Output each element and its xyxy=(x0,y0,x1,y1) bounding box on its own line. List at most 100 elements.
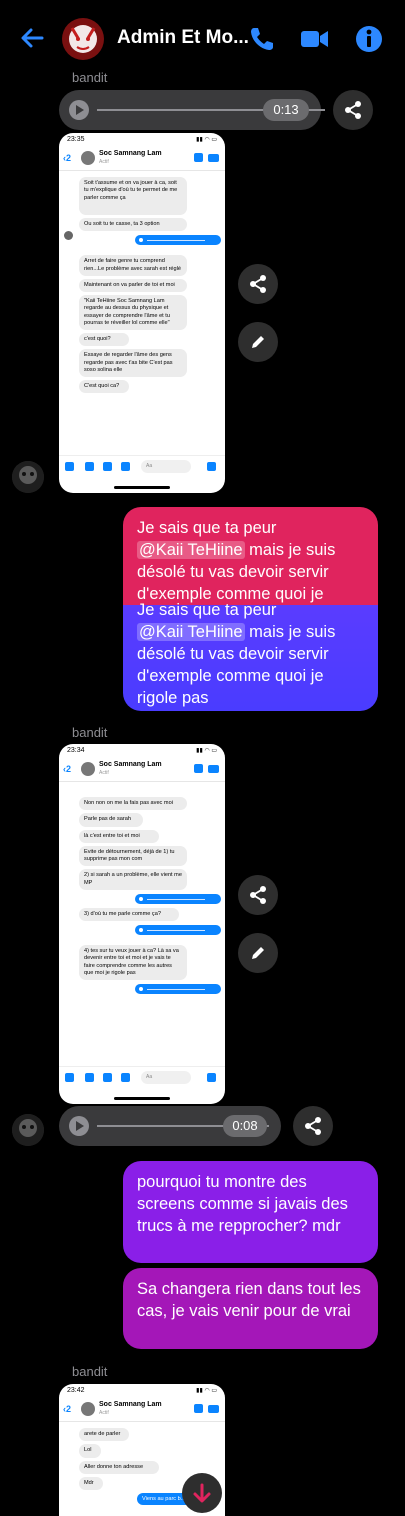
inner-menu-icon xyxy=(65,462,74,471)
back-arrow-icon[interactable] xyxy=(18,24,46,52)
status-bar: 23:42 ▮▮ ◠ ▭ xyxy=(67,1387,217,1394)
chat-header: Admin Et Mo... xyxy=(0,0,405,78)
share-button[interactable] xyxy=(333,90,373,130)
inner-contact-status: Actif xyxy=(99,159,109,165)
inner-bubble: Non non on me la fais pas avec moi xyxy=(79,797,187,811)
inner-mic-icon xyxy=(121,462,130,471)
inner-bubble: 4) tes sur tu veux jouer à ca? Là sa va … xyxy=(79,945,187,981)
sender-name: bandit xyxy=(72,725,108,740)
inner-bubble: Ou soit tu te casse, ta 3 option xyxy=(79,218,187,232)
outgoing-message[interactable]: Je sais que ta peur @Kaii TeHiine mais j… xyxy=(123,507,378,711)
mention-link[interactable]: @Kaii TeHiine xyxy=(137,623,245,641)
inner-back-icon: ‹2 xyxy=(63,764,72,774)
share-button[interactable] xyxy=(293,1106,333,1146)
outgoing-message[interactable]: Sa changera rien dans tout les cas, je v… xyxy=(123,1268,378,1349)
screenshot-image[interactable]: 23:34 ▮▮ ◠ ▭ ‹2 Soc Samnang Lam Actif Non… xyxy=(59,744,225,1104)
inner-input: Aa xyxy=(141,1071,191,1084)
inner-contact-name: Soc Samnang Lam xyxy=(99,150,162,157)
message-text-top: Je sais que ta peur @Kaii TeHiine mais j… xyxy=(137,517,364,609)
inner-bubble: "Kaii TeHiine Soc Samnang Lam regarde au… xyxy=(79,295,187,331)
inner-bubble: Lol xyxy=(79,1444,101,1458)
home-indicator xyxy=(114,486,170,489)
voice-message[interactable]: 0:08 xyxy=(59,1106,281,1146)
inner-bubble: Arret de faire genre tu comprend rien...… xyxy=(79,255,187,276)
voice-message[interactable]: 0:13 xyxy=(59,90,325,130)
inner-phone-icon xyxy=(194,153,203,162)
inner-voice xyxy=(135,893,221,904)
inner-bubble: là c'est entre toi et moi xyxy=(79,829,159,843)
inner-bubble: Essaye de regarder l'âme des gens regard… xyxy=(79,349,187,378)
edit-button[interactable] xyxy=(238,933,278,973)
message-text: Je sais que ta peur xyxy=(137,601,277,619)
inner-avatar xyxy=(81,151,95,165)
audio-duration: 0:13 xyxy=(263,99,309,121)
play-icon[interactable] xyxy=(69,100,89,120)
inner-voice xyxy=(135,925,221,936)
screenshot-image[interactable]: 23:35 ▮▮ ◠ ▭ ‹2 Soc Samnang Lam Actif Soi… xyxy=(59,133,225,493)
inner-video-icon xyxy=(208,154,219,162)
inner-contact-name: Soc Samnang Lam xyxy=(99,1401,162,1408)
inner-contact-name: Soc Samnang Lam xyxy=(99,761,162,768)
mention-link[interactable]: @Kaii TeHiine xyxy=(137,541,245,559)
scroll-to-bottom-button[interactable] xyxy=(182,1473,222,1513)
inner-image-icon xyxy=(103,462,112,471)
chat-title[interactable]: Admin Et Mo... xyxy=(117,27,249,49)
inner-camera-icon xyxy=(85,462,94,471)
inner-mic-icon xyxy=(121,1073,130,1082)
inner-back-count: 2 xyxy=(66,1404,72,1414)
inner-bubble: c'est quoi? xyxy=(79,333,129,347)
inner-bubble: Soit t'assume et on va jouer à ca, soit … xyxy=(79,177,187,215)
video-call-icon[interactable] xyxy=(299,24,329,54)
inner-contact-status: Actif xyxy=(99,770,109,776)
pencil-icon xyxy=(252,947,264,959)
info-icon[interactable] xyxy=(354,24,384,54)
phone-call-icon[interactable] xyxy=(247,24,277,54)
inner-image-icon xyxy=(103,1073,112,1082)
inner-messages: Non non on me la fais pas avec moi Parle… xyxy=(59,782,225,1001)
audio-duration: 0:08 xyxy=(223,1115,267,1137)
inner-header: ‹2 Soc Samnang Lam Actif xyxy=(59,147,225,171)
inner-voice xyxy=(135,984,221,995)
inner-back-icon: ‹2 xyxy=(63,1404,72,1414)
inner-avatar xyxy=(81,762,95,776)
share-icon xyxy=(345,101,361,119)
inner-avatar xyxy=(81,1402,95,1416)
share-button[interactable] xyxy=(238,264,278,304)
inner-bubble: Parle pas de sarah xyxy=(79,813,143,827)
inner-like-icon xyxy=(207,462,216,471)
inner-video-icon xyxy=(208,765,219,773)
share-button[interactable] xyxy=(238,875,278,915)
inner-camera-icon xyxy=(85,1073,94,1082)
inner-bubble: C'est quoi ca? xyxy=(79,380,129,394)
inner-bubble: 3) d'où tu me parle comme ça? xyxy=(79,907,179,922)
home-indicator xyxy=(114,1097,170,1100)
outgoing-message[interactable]: pourquoi tu montre des screens comme si … xyxy=(123,1161,378,1263)
edit-button[interactable] xyxy=(238,322,278,362)
inner-bubble: arete de parler xyxy=(79,1428,129,1442)
inner-voice xyxy=(135,235,221,246)
inner-input: Aa xyxy=(141,460,191,473)
play-icon[interactable] xyxy=(69,1116,89,1136)
inner-avatar-mini xyxy=(64,231,73,240)
share-icon xyxy=(250,886,266,904)
status-bar: 23:34 ▮▮ ◠ ▭ xyxy=(67,747,217,754)
inner-composer: Aa xyxy=(59,455,225,477)
inner-back-count: 2 xyxy=(66,764,72,774)
inner-bubble: Evite de détournement, déjà de 1) tu sup… xyxy=(79,845,187,867)
inner-bubble: 2) si sarah a un problème, elle vient me… xyxy=(79,869,187,890)
inner-header: ‹2 Soc Samnang Lam Actif xyxy=(59,1398,225,1422)
contact-avatar[interactable] xyxy=(12,461,44,493)
contact-avatar[interactable] xyxy=(12,1114,44,1146)
inner-back-count: 2 xyxy=(66,153,72,163)
inner-composer: Aa xyxy=(59,1066,225,1088)
inner-phone-icon xyxy=(194,764,203,773)
inner-bubble: Maintenant on va parler de toi et moi xyxy=(79,278,187,293)
group-avatar[interactable] xyxy=(62,18,104,60)
arrow-down-icon xyxy=(193,1483,211,1503)
inner-bubble: Mdr xyxy=(79,1476,103,1491)
sender-name: bandit xyxy=(72,1364,108,1379)
status-bar: 23:35 ▮▮ ◠ ▭ xyxy=(67,136,217,143)
status-time: 23:35 xyxy=(67,136,85,143)
inner-contact-status: Actif xyxy=(99,1410,109,1416)
inner-bubble: Aller donne ton adresse xyxy=(79,1460,159,1474)
